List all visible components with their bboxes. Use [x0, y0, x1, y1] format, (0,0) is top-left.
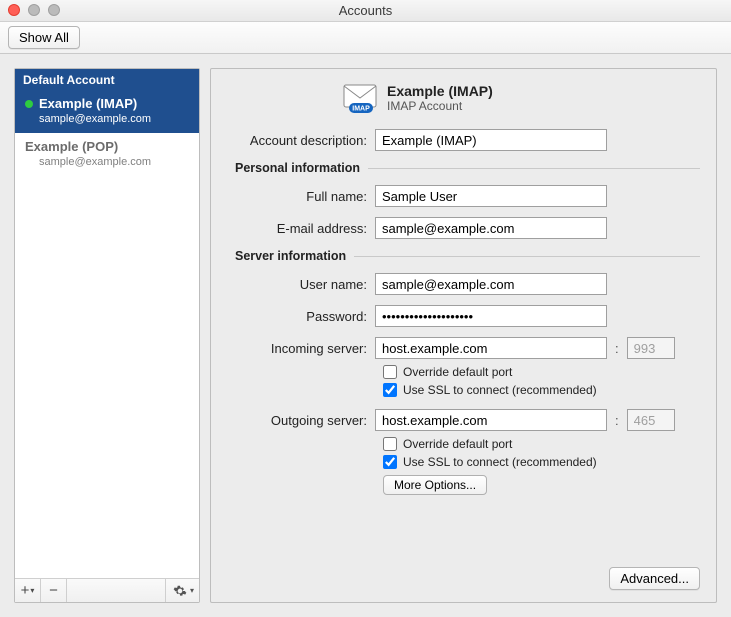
incoming-port-field: [627, 337, 675, 359]
minus-icon: −: [49, 582, 58, 599]
sidebar-footer: + ▾ − ▾: [15, 578, 199, 602]
port-separator: :: [615, 341, 619, 356]
section-server-info: Server information: [235, 249, 346, 263]
label-full-name: Full name:: [227, 189, 375, 204]
account-title: Example (IMAP): [387, 83, 493, 99]
mail-imap-icon: IMAP: [343, 84, 377, 112]
account-name: Example (POP): [25, 139, 118, 154]
account-row[interactable]: Example (POP) sample@example.com: [15, 133, 199, 176]
gear-icon: [171, 584, 189, 598]
account-detail-pane: IMAP Example (IMAP) IMAP Account Account…: [210, 68, 717, 603]
full-name-field[interactable]: [375, 185, 607, 207]
label-override-port: Override default port: [403, 365, 512, 379]
remove-account-button[interactable]: −: [41, 579, 67, 602]
label-use-ssl: Use SSL to connect (recommended): [403, 455, 597, 469]
account-email: sample@example.com: [25, 156, 191, 168]
label-outgoing-server: Outgoing server:: [227, 413, 375, 428]
user-name-field[interactable]: [375, 273, 607, 295]
label-use-ssl: Use SSL to connect (recommended): [403, 383, 597, 397]
show-all-button[interactable]: Show All: [8, 26, 80, 49]
window-title: Accounts: [0, 3, 731, 18]
account-row[interactable]: Example (IMAP) sample@example.com: [15, 90, 199, 133]
email-field[interactable]: [375, 217, 607, 239]
label-user-name: User name:: [227, 277, 375, 292]
outgoing-port-field: [627, 409, 675, 431]
add-account-button[interactable]: + ▾: [15, 579, 41, 602]
sidebar-section-header: Default Account: [15, 69, 199, 90]
svg-text:IMAP: IMAP: [352, 106, 370, 113]
settings-menu-button[interactable]: ▾: [165, 579, 199, 602]
label-email: E-mail address:: [227, 221, 375, 236]
toolbar: Show All: [0, 22, 731, 54]
port-separator: :: [615, 413, 619, 428]
advanced-button[interactable]: Advanced...: [609, 567, 700, 590]
chevron-down-icon: ▾: [190, 586, 194, 595]
label-password: Password:: [227, 309, 375, 324]
account-name: Example (IMAP): [39, 96, 137, 111]
account-sidebar: Default Account Example (IMAP) sample@ex…: [14, 68, 200, 603]
password-field[interactable]: [375, 305, 607, 327]
outgoing-ssl-checkbox[interactable]: [383, 455, 397, 469]
chevron-down-icon: ▾: [30, 586, 34, 595]
plus-icon: +: [21, 582, 30, 599]
account-email: sample@example.com: [25, 113, 191, 125]
incoming-override-port-checkbox[interactable]: [383, 365, 397, 379]
account-subtitle: IMAP Account: [387, 99, 493, 113]
label-incoming-server: Incoming server:: [227, 341, 375, 356]
incoming-ssl-checkbox[interactable]: [383, 383, 397, 397]
incoming-server-field[interactable]: [375, 337, 607, 359]
window-titlebar: Accounts: [0, 0, 731, 22]
more-options-button[interactable]: More Options...: [383, 475, 487, 495]
outgoing-override-port-checkbox[interactable]: [383, 437, 397, 451]
account-description-field[interactable]: [375, 129, 607, 151]
section-personal-info: Personal information: [235, 161, 360, 175]
label-override-port: Override default port: [403, 437, 512, 451]
label-account-description: Account description:: [227, 133, 375, 148]
status-online-icon: [25, 100, 33, 108]
outgoing-server-field[interactable]: [375, 409, 607, 431]
